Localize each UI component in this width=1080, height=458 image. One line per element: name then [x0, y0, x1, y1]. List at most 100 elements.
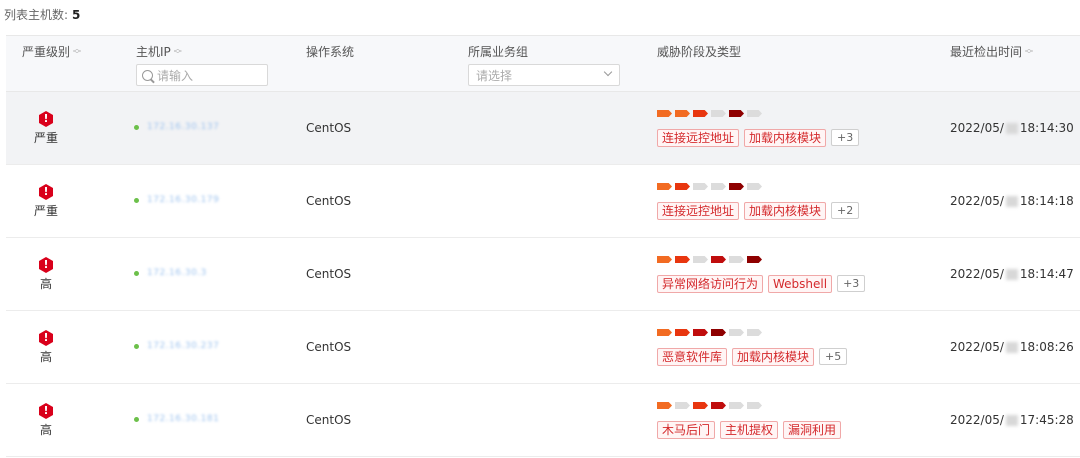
- alert-icon: !: [39, 257, 53, 273]
- col-group-label: 所属业务组: [468, 45, 529, 59]
- col-severity-label: 严重级别: [22, 45, 71, 59]
- col-severity[interactable]: 严重级别 ︿ ﹀: [22, 43, 81, 60]
- threat-stages: [657, 110, 765, 117]
- table-row[interactable]: ! 高 172.16.30.181 CentOS 木马后门 主机提权 漏洞利用 20…: [6, 384, 1080, 457]
- severity-label: 严重: [33, 204, 58, 218]
- host-ip-link[interactable]: 172.16.30.179: [147, 195, 219, 205]
- severity-cell: ! 高: [32, 330, 60, 365]
- stage-chip: [711, 110, 726, 117]
- sort-icon[interactable]: ︿ ﹀: [73, 44, 81, 58]
- stage-chip: [693, 402, 708, 409]
- stage-chip: [693, 110, 708, 117]
- stage-chip: [729, 329, 744, 336]
- stage-chip: [711, 329, 726, 336]
- stage-chip: [693, 329, 708, 336]
- threat-tag[interactable]: 异常网络访问行为: [657, 275, 764, 293]
- threat-stages: [657, 183, 765, 190]
- threat-tags: 连接远控地址 加载内核模块 +3: [657, 129, 860, 147]
- threat-tag[interactable]: 连接远控地址: [657, 202, 740, 220]
- table-body: ! 严重 172.16.30.137 CentOS 连接远控地址 加载内核模块 +3…: [6, 92, 1080, 457]
- stage-chip: [747, 256, 762, 263]
- threat-tag[interactable]: 漏洞利用: [783, 421, 842, 439]
- threat-tags: 连接远控地址 加载内核模块 +2: [657, 202, 860, 220]
- group-select[interactable]: 请选择: [468, 64, 620, 86]
- more-tags-button[interactable]: +3: [837, 275, 866, 292]
- col-host-ip-label: 主机IP: [136, 45, 171, 59]
- alert-icon: !: [39, 184, 53, 200]
- stage-chip: [729, 183, 744, 190]
- online-status-icon: [134, 343, 139, 349]
- table-row[interactable]: ! 高 172.16.30.3 CentOS 异常网络访问行为 Webshell +…: [6, 238, 1080, 311]
- ip-cell: 172.16.30.179: [134, 195, 219, 205]
- stage-chip: [747, 183, 762, 190]
- more-tags-button[interactable]: +5: [819, 348, 848, 365]
- severity-cell: ! 高: [32, 257, 60, 292]
- col-time[interactable]: 最近检出时间 ︿ ﹀: [950, 43, 1033, 60]
- os-cell: CentOS: [306, 340, 352, 354]
- stage-chip: [675, 110, 690, 117]
- threat-tag[interactable]: Webshell: [768, 275, 833, 293]
- online-status-icon: [134, 197, 139, 203]
- time-prefix: 2022/05/: [950, 340, 1004, 354]
- threat-tag[interactable]: 木马后门: [657, 421, 716, 439]
- stage-chip: [747, 329, 762, 336]
- ip-cell: 172.16.30.137: [134, 122, 219, 132]
- os-cell: CentOS: [306, 194, 352, 208]
- stage-chip: [657, 256, 672, 263]
- stage-chip: [711, 183, 726, 190]
- severity-cell: ! 严重: [32, 111, 60, 146]
- search-icon: [142, 69, 153, 81]
- ip-cell: 172.16.30.181: [134, 414, 219, 424]
- detect-time: 2022/05/18:14:18: [950, 194, 1074, 208]
- host-ip-link[interactable]: 172.16.30.237: [147, 341, 219, 351]
- stage-chip: [657, 329, 672, 336]
- col-host-ip[interactable]: 主机IP ︿ ﹀: [136, 43, 182, 60]
- threat-tags: 木马后门 主机提权 漏洞利用: [657, 421, 846, 439]
- threat-tag[interactable]: 加载内核模块: [744, 129, 827, 147]
- more-tags-button[interactable]: +2: [831, 202, 860, 219]
- more-tags-button[interactable]: +3: [831, 129, 860, 146]
- stage-chip: [729, 110, 744, 117]
- redacted-day: [1005, 196, 1018, 207]
- stage-chip: [693, 256, 708, 263]
- col-os: 操作系统: [306, 43, 354, 60]
- threat-tag[interactable]: 加载内核模块: [744, 202, 827, 220]
- threat-stages: [657, 402, 765, 409]
- stage-chip: [657, 183, 672, 190]
- threat-tag[interactable]: 连接远控地址: [657, 129, 740, 147]
- stage-chip: [657, 110, 672, 117]
- severity-label: 严重: [33, 131, 58, 145]
- ip-search-input[interactable]: 请输入: [136, 64, 268, 86]
- stage-chip: [657, 402, 672, 409]
- host-ip-link[interactable]: 172.16.30.137: [147, 122, 219, 132]
- threat-tags: 异常网络访问行为 Webshell +3: [657, 275, 866, 293]
- host-ip-link[interactable]: 172.16.30.181: [147, 414, 219, 424]
- detect-time: 2022/05/18:08:26: [950, 340, 1074, 354]
- os-cell: CentOS: [306, 267, 352, 281]
- table-row[interactable]: ! 高 172.16.30.237 CentOS 恶意软件库 加载内核模块 +5 2…: [6, 311, 1080, 384]
- stage-chip: [747, 402, 762, 409]
- col-time-label: 最近检出时间: [950, 45, 1023, 59]
- threat-tag[interactable]: 主机提权: [720, 421, 779, 439]
- table-row[interactable]: ! 严重 172.16.30.137 CentOS 连接远控地址 加载内核模块 +3…: [6, 92, 1080, 165]
- threat-tag[interactable]: 加载内核模块: [732, 348, 815, 366]
- threat-tag[interactable]: 恶意软件库: [657, 348, 728, 366]
- severity-cell: ! 高: [32, 403, 60, 438]
- sort-icon[interactable]: ︿ ﹀: [1025, 44, 1033, 58]
- sort-icon[interactable]: ︿ ﹀: [174, 44, 182, 58]
- group-select-placeholder: 请选择: [476, 68, 513, 83]
- table-row[interactable]: ! 严重 172.16.30.179 CentOS 连接远控地址 加载内核模块 +2…: [6, 165, 1080, 238]
- alert-icon: !: [39, 330, 53, 346]
- threat-stages: [657, 329, 765, 336]
- os-cell: CentOS: [306, 413, 352, 427]
- time-suffix: 18:14:30: [1019, 121, 1074, 135]
- ip-search-placeholder: 请输入: [157, 68, 194, 83]
- host-ip-link[interactable]: 172.16.30.3: [147, 268, 207, 278]
- stage-chip: [729, 402, 744, 409]
- severity-label: 高: [39, 350, 52, 364]
- severity-cell: ! 严重: [32, 184, 60, 219]
- host-count: 列表主机数: 5: [4, 6, 80, 23]
- time-suffix: 17:45:28: [1019, 413, 1074, 427]
- time-suffix: 18:14:47: [1019, 267, 1074, 281]
- time-prefix: 2022/05/: [950, 267, 1004, 281]
